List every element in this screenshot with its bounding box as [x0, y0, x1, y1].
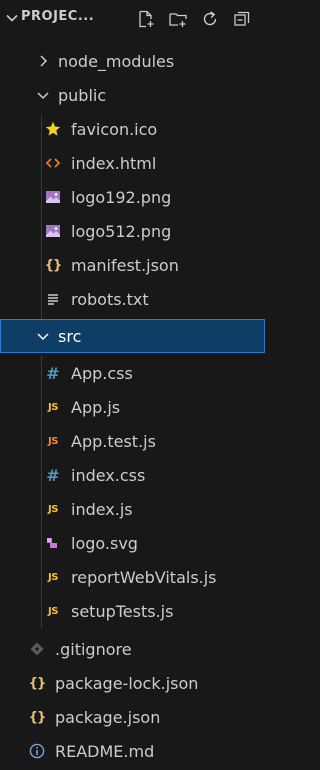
js-icon: JS: [48, 401, 58, 413]
tree-item-manifest-json[interactable]: {} manifest.json: [0, 248, 265, 282]
tree-item-label: index.html: [71, 153, 157, 173]
tree-item-label: index.js: [71, 499, 133, 519]
info-icon: [28, 742, 46, 760]
tree-item-label: setupTests.js: [71, 601, 174, 621]
tree-item-label: robots.txt: [71, 289, 149, 309]
js-icon: JS: [48, 571, 58, 583]
tree-item-label: App.js: [71, 397, 121, 417]
tree-item-index-css[interactable]: # index.css: [0, 458, 265, 492]
explorer-actions: [135, 8, 253, 30]
star-icon: [44, 120, 62, 138]
tree-item-logo-svg[interactable]: logo.svg: [0, 526, 265, 560]
json-icon: {}: [28, 675, 47, 691]
js-test-icon: JS: [48, 435, 58, 447]
chevron-down-icon[interactable]: [4, 10, 20, 26]
tree-item-app-test-js[interactable]: JS App.test.js: [0, 424, 265, 458]
css-icon: #: [46, 465, 60, 485]
chevron-down-icon: [34, 86, 52, 104]
tree-item-label: logo.svg: [71, 533, 138, 553]
refresh-icon[interactable]: [199, 8, 221, 30]
tree-item-public[interactable]: public: [0, 78, 265, 112]
tree-item-label: package.json: [55, 707, 161, 727]
tree-item-label: README.md: [55, 741, 155, 761]
tree-item-label: index.css: [71, 465, 146, 485]
tree-item-label: public: [58, 85, 107, 105]
explorer-header: PROJEC...: [0, 0, 265, 36]
tree-item-node-modules[interactable]: node_modules: [0, 44, 265, 78]
tree-item-label: logo192.png: [71, 187, 172, 207]
new-file-icon[interactable]: [135, 8, 157, 30]
chevron-down-icon: [34, 327, 52, 345]
tree-item-index-js[interactable]: JS index.js: [0, 492, 265, 526]
svg-icon: [44, 534, 62, 552]
js-icon: JS: [48, 605, 58, 617]
tree-item-label: logo512.png: [71, 221, 172, 241]
tree-item-report-web-vitals[interactable]: JS reportWebVitals.js: [0, 560, 265, 594]
tree-item-label: favicon.ico: [71, 119, 158, 139]
json-icon: {}: [44, 257, 63, 273]
tree-item-label: App.test.js: [71, 431, 156, 451]
tree-item-src[interactable]: src: [0, 319, 265, 353]
tree-item-logo192[interactable]: logo192.png: [0, 180, 265, 214]
image-icon: [44, 222, 62, 240]
js-icon: JS: [48, 503, 58, 515]
tree-item-favicon[interactable]: favicon.ico: [0, 112, 265, 146]
explorer-title[interactable]: PROJEC...: [21, 9, 94, 24]
chevron-right-icon: [34, 52, 52, 70]
new-folder-icon[interactable]: [167, 8, 189, 30]
collapse-all-icon[interactable]: [231, 8, 253, 30]
tree-item-robots-txt[interactable]: robots.txt: [0, 282, 265, 316]
tree-item-readme[interactable]: README.md: [0, 734, 265, 768]
tree-item-label: node_modules: [58, 51, 175, 71]
tree-item-label: .gitignore: [55, 639, 132, 659]
json-icon: {}: [28, 709, 47, 725]
tree-item-label: App.css: [71, 363, 133, 383]
tree-item-label: package-lock.json: [55, 673, 199, 693]
tree-item-app-js[interactable]: JS App.js: [0, 390, 265, 424]
git-icon: [28, 640, 46, 658]
text-icon: [44, 290, 62, 308]
tree-item-setup-tests[interactable]: JS setupTests.js: [0, 594, 265, 628]
explorer-panel: PROJEC... node_modules public favicon.ic…: [0, 0, 265, 770]
html-icon: [44, 154, 62, 172]
tree-item-index-html[interactable]: index.html: [0, 146, 265, 180]
tree-item-package-json[interactable]: {} package.json: [0, 700, 265, 734]
tree-item-label: reportWebVitals.js: [71, 567, 217, 587]
tree-item-package-lock-json[interactable]: {} package-lock.json: [0, 666, 265, 700]
tree-item-label: src: [58, 326, 82, 346]
tree-item-gitignore[interactable]: .gitignore: [0, 632, 265, 666]
css-icon: #: [46, 363, 60, 383]
tree-item-label: manifest.json: [71, 255, 179, 275]
tree-item-app-css[interactable]: # App.css: [0, 356, 265, 390]
tree-item-logo512[interactable]: logo512.png: [0, 214, 265, 248]
image-icon: [44, 188, 62, 206]
